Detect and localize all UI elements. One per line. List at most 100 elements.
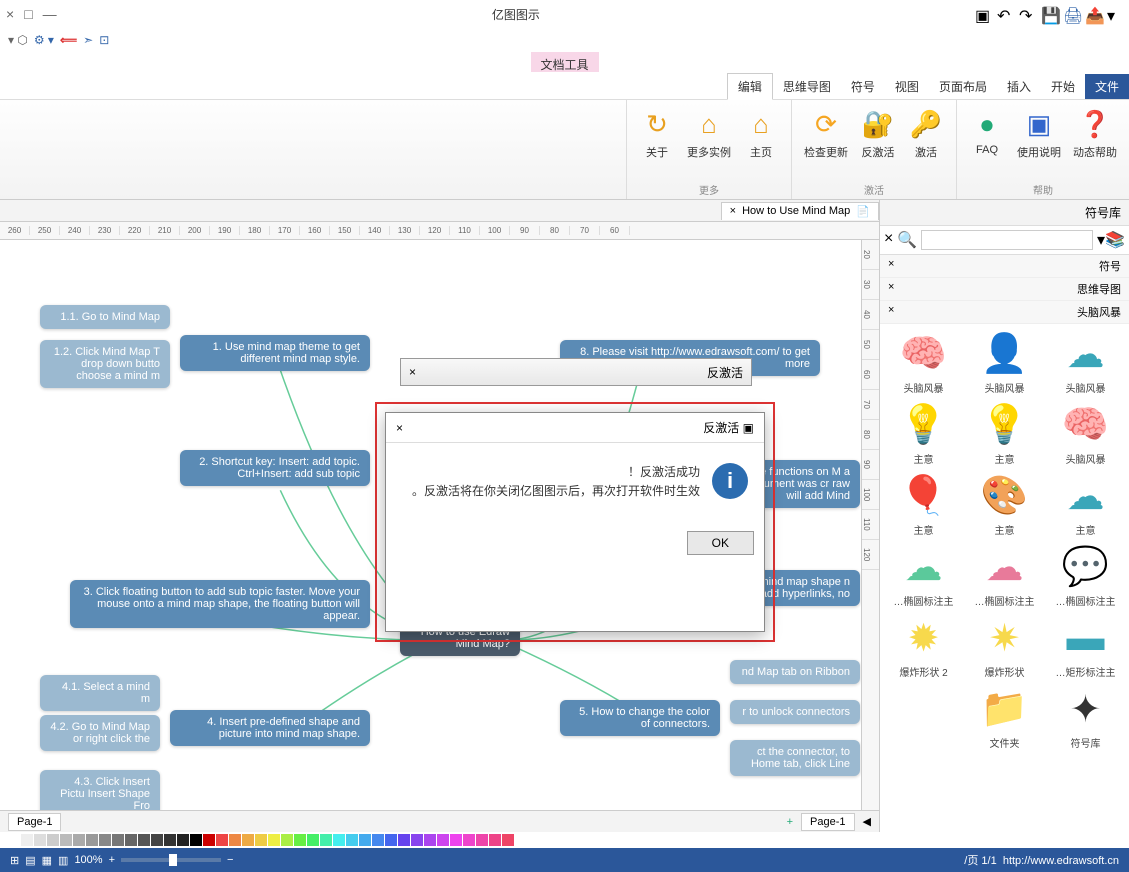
close-icon[interactable]: × (888, 281, 894, 297)
topic-5-1[interactable]: nd Map tab on Ribbon (730, 660, 860, 684)
color-swatch[interactable] (47, 834, 59, 846)
color-swatch[interactable] (229, 834, 241, 846)
topic-1[interactable]: 1. Use mind map theme to get different m… (180, 335, 370, 371)
topic-1-2[interactable]: 1.2. Click Mind Map T drop down butto ch… (40, 340, 170, 388)
ribbon-button[interactable]: ⌂主页 (741, 104, 781, 162)
topic-2[interactable]: 2. Shortcut key: Insert: add topic. Ctrl… (180, 450, 370, 486)
color-swatch[interactable] (268, 834, 280, 846)
qa-icon[interactable]: ▣ (975, 6, 991, 22)
color-swatch[interactable] (112, 834, 124, 846)
shape-item[interactable]: 🧠头脑风暴 (886, 330, 961, 395)
close-icon[interactable]: × (396, 421, 403, 435)
color-swatch[interactable] (346, 834, 358, 846)
document-tab[interactable]: 📄 How to Use Mind Map × (721, 202, 879, 220)
color-swatch[interactable] (372, 834, 384, 846)
library-icon[interactable]: 📚▾ (1097, 230, 1125, 250)
add-page-icon[interactable]: + (787, 816, 793, 828)
color-swatch[interactable] (333, 834, 345, 846)
qa-undo-icon[interactable]: ↶ (997, 6, 1013, 22)
shape-item[interactable]: 💬椭圆标注主… (1048, 543, 1123, 608)
color-swatch[interactable] (34, 834, 46, 846)
color-swatch[interactable] (489, 834, 501, 846)
category-symbols[interactable]: 符号× (880, 255, 1129, 278)
color-swatch[interactable] (281, 834, 293, 846)
close-icon[interactable]: × (888, 258, 894, 274)
tab-view[interactable]: 视图 (885, 74, 929, 99)
shape-item[interactable]: 👤头脑风暴 (967, 330, 1042, 395)
color-swatch[interactable] (203, 834, 215, 846)
view-mode-icon[interactable]: ▤ (25, 854, 35, 867)
search-icon[interactable]: 🔍 (897, 230, 917, 250)
qa-dropdown-icon[interactable]: ▾ (1107, 6, 1123, 22)
color-swatch[interactable] (255, 834, 267, 846)
canvas[interactable]: How to use Edraw Mind Map? 1. Use mind m… (0, 240, 861, 810)
color-swatch[interactable] (502, 834, 514, 846)
color-swatch[interactable] (294, 834, 306, 846)
tab-insert[interactable]: 插入 (997, 74, 1041, 99)
color-swatch[interactable] (125, 834, 137, 846)
tab-layout[interactable]: 页面布局 (929, 74, 997, 99)
tab-file[interactable]: 文件 (1085, 74, 1129, 99)
color-swatch[interactable] (151, 834, 163, 846)
color-swatch[interactable] (190, 834, 202, 846)
page-tab-2[interactable]: Page-1 (8, 813, 61, 831)
tab-home[interactable]: 开始 (1041, 74, 1085, 99)
category-mindmap[interactable]: 思维导图× (880, 278, 1129, 301)
window-min[interactable]: — (43, 6, 57, 22)
qa-save-icon[interactable]: 💾 (1041, 6, 1057, 22)
color-swatch[interactable] (463, 834, 475, 846)
color-swatch[interactable] (8, 834, 20, 846)
zoom-in-icon[interactable]: + (109, 854, 115, 866)
tab-symbol[interactable]: 符号 (841, 74, 885, 99)
close-icon[interactable]: × (884, 230, 893, 250)
color-swatch[interactable] (385, 834, 397, 846)
color-swatch[interactable] (359, 834, 371, 846)
ribbon-button[interactable]: ❓动态帮助 (1071, 104, 1119, 162)
color-swatch[interactable] (216, 834, 228, 846)
view-mode-icon[interactable]: ▦ (42, 854, 52, 867)
topic-5-3[interactable]: ct the connector, to Home tab, click Lin… (730, 740, 860, 776)
ribbon-button[interactable]: ⌂更多实例 (685, 104, 733, 162)
qb-share-icon[interactable]: ➣ (83, 33, 93, 47)
window-close[interactable]: × (6, 6, 14, 22)
color-swatch[interactable] (99, 834, 111, 846)
color-swatch[interactable] (86, 834, 98, 846)
page-nav-icon[interactable]: ◀ (863, 815, 871, 828)
color-swatch[interactable] (73, 834, 85, 846)
topic-4[interactable]: 4. Insert pre-defined shape and picture … (170, 710, 370, 746)
qb-gear-icon[interactable]: ⚙ ▾ (34, 33, 54, 47)
topic-5-2[interactable]: r to unlock connectors (730, 700, 860, 724)
shape-item[interactable]: ✷爆炸形状 (967, 614, 1042, 679)
close-icon[interactable]: × (409, 365, 416, 379)
color-swatch[interactable] (424, 834, 436, 846)
topic-4-1[interactable]: 4.1. Select a mind m (40, 675, 160, 711)
color-swatch[interactable] (437, 834, 449, 846)
shape-item[interactable]: ✦符号库 (1048, 685, 1123, 750)
shape-item[interactable]: ▬矩形标注主… (1048, 614, 1123, 679)
qb-tree-icon[interactable]: ⊡ (99, 33, 109, 47)
color-swatch[interactable] (307, 834, 319, 846)
color-swatch[interactable] (450, 834, 462, 846)
shape-item[interactable]: 💡主意 (886, 401, 961, 466)
close-icon[interactable]: × (730, 205, 736, 217)
view-mode-icon[interactable]: ⊞ (10, 854, 19, 867)
topic-5[interactable]: 5. How to change the color of connectors… (560, 700, 720, 736)
qa-print-icon[interactable]: 🖨 (1063, 6, 1079, 22)
shape-item[interactable]: 📁文件夹 (967, 685, 1042, 750)
shape-item[interactable]: ☁椭圆标注主… (886, 543, 961, 608)
ribbon-button[interactable]: ●FAQ (967, 104, 1007, 162)
topic-3[interactable]: 3. Click floating button to add sub topi… (70, 580, 370, 628)
qb-dropdown-icon[interactable]: ▾ ⬡ (8, 33, 28, 47)
shape-item[interactable]: 🎨主意 (967, 472, 1042, 537)
zoom-slider[interactable] (121, 858, 221, 862)
close-icon[interactable]: × (888, 304, 894, 320)
topic-1-1[interactable]: 1.1. Go to Mind Map (40, 305, 170, 329)
shape-item[interactable]: 🎈主意 (886, 472, 961, 537)
color-swatch[interactable] (242, 834, 254, 846)
color-swatch[interactable] (138, 834, 150, 846)
shape-item[interactable]: 🧠头脑风暴 (1048, 401, 1123, 466)
shape-item[interactable]: ☁椭圆标注主… (967, 543, 1042, 608)
ribbon-button[interactable]: ⟳检查更新 (802, 104, 850, 162)
color-swatch[interactable] (177, 834, 189, 846)
qb-red-mark[interactable]: ⟸ (60, 33, 77, 47)
